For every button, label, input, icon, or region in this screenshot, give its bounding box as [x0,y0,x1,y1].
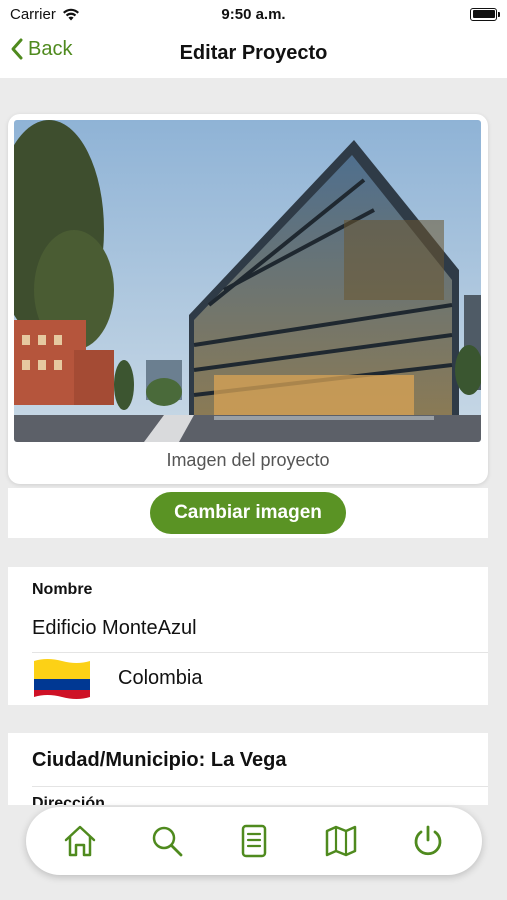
status-bar: Carrier 9:50 a.m. [0,0,507,28]
map-icon [325,825,357,857]
tab-documents[interactable] [229,816,279,866]
country-selector[interactable]: Colombia [8,653,488,705]
carrier-label: Carrier [10,5,56,23]
project-photo[interactable] [14,120,481,442]
navigation-bar: Back Editar Proyecto [0,28,507,78]
divider [32,786,488,787]
tab-search[interactable] [142,816,192,866]
tab-home[interactable] [55,816,105,866]
document-icon [241,824,267,858]
location-section: Ciudad/Municipio: La Vega Dirección [8,733,488,805]
project-image-card: Imagen del proyecto [8,114,488,484]
change-image-section: Cambiar imagen [8,488,488,538]
home-icon [64,825,95,857]
page-title: Editar Proyecto [179,41,328,64]
name-label: Nombre [32,581,93,598]
country-name: Colombia [118,667,203,689]
city-field[interactable]: Ciudad/Municipio: La Vega [32,749,286,772]
address-label: Dirección [32,795,105,805]
back-button[interactable]: Back [10,37,72,61]
power-icon [414,825,442,856]
name-field[interactable]: Edificio MonteAzul [32,617,197,640]
back-label: Back [28,37,73,60]
tab-logout[interactable] [403,816,453,866]
status-left: Carrier [10,6,80,23]
battery-icon [470,7,500,21]
colombia-flag-icon [34,659,90,699]
search-icon [152,826,183,857]
chevron-left-icon [11,38,23,60]
project-info-section: Nombre Edificio MonteAzul Colombia [8,567,488,705]
change-image-button[interactable]: Cambiar imagen [150,492,346,534]
image-caption: Imagen del proyecto [166,450,330,470]
wifi-icon [62,8,79,21]
tab-map[interactable] [316,816,366,866]
bottom-tab-bar [26,807,482,875]
